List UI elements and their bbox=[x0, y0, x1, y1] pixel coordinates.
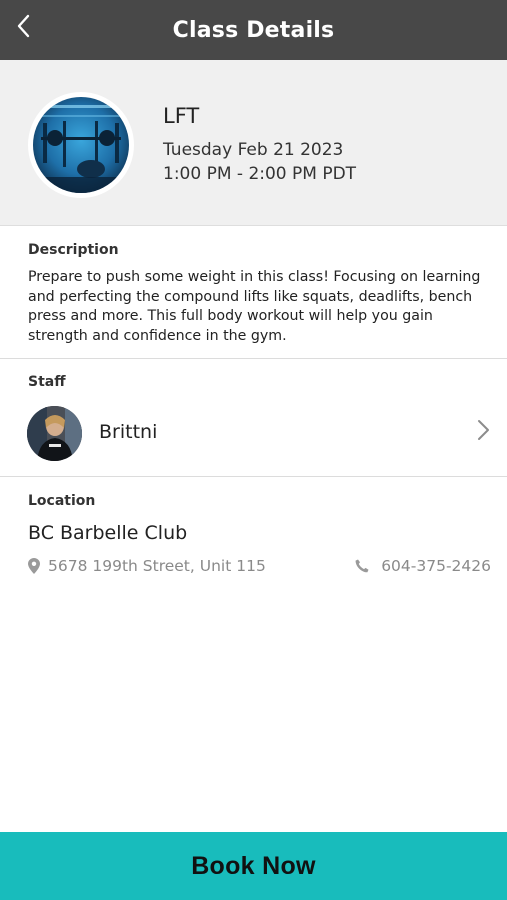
book-now-button[interactable]: Book Now bbox=[0, 832, 507, 900]
location-label: Location bbox=[28, 493, 96, 509]
staff-photo-image bbox=[27, 406, 82, 461]
page-title: Class Details bbox=[172, 17, 335, 43]
divider bbox=[0, 476, 507, 477]
phone-icon bbox=[355, 559, 369, 573]
class-photo bbox=[28, 92, 134, 198]
staff-row[interactable]: Brittni bbox=[0, 398, 507, 468]
class-details-screen: Class Details LFT Tuesday Feb 21 2023 1:… bbox=[0, 0, 507, 900]
description-text: Prepare to push some weight in this clas… bbox=[28, 269, 481, 344]
location-address[interactable]: 5678 199th Street, Unit 115 bbox=[28, 555, 266, 577]
staff-label: Staff bbox=[28, 374, 66, 390]
staff-avatar bbox=[27, 406, 82, 461]
back-button[interactable] bbox=[8, 8, 40, 44]
staff-name: Brittni bbox=[99, 421, 158, 443]
location-phone[interactable]: 604-375-2426 bbox=[355, 555, 491, 577]
phone-text: 604-375-2426 bbox=[381, 557, 491, 575]
description-label: Description bbox=[28, 242, 119, 258]
class-date: Tuesday Feb 21 2023 bbox=[163, 140, 344, 160]
chevron-left-icon bbox=[17, 14, 30, 38]
divider bbox=[0, 358, 507, 359]
class-header: LFT Tuesday Feb 21 2023 1:00 PM - 2:00 P… bbox=[0, 60, 507, 226]
address-text: 5678 199th Street, Unit 115 bbox=[48, 557, 266, 575]
location-name: BC Barbelle Club bbox=[28, 522, 188, 544]
top-bar: Class Details bbox=[0, 0, 507, 60]
map-pin-icon bbox=[28, 558, 40, 574]
gym-photo-image bbox=[33, 97, 129, 193]
chevron-right-icon bbox=[478, 420, 489, 440]
class-name: LFT bbox=[163, 104, 200, 128]
class-time: 1:00 PM - 2:00 PM PDT bbox=[163, 164, 357, 184]
